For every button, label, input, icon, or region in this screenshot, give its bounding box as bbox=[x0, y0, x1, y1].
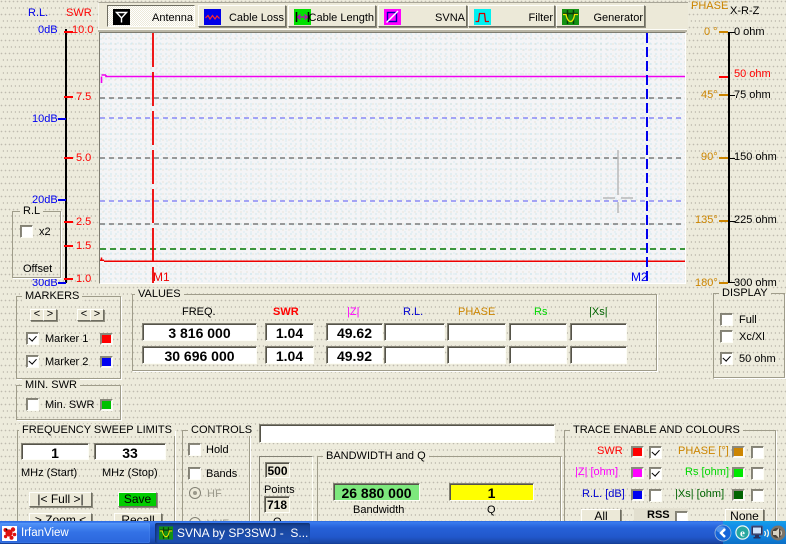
svg-text:M1: M1 bbox=[153, 270, 170, 283]
svg-text:e: e bbox=[740, 527, 745, 539]
svg-text:M2: M2 bbox=[631, 270, 648, 283]
